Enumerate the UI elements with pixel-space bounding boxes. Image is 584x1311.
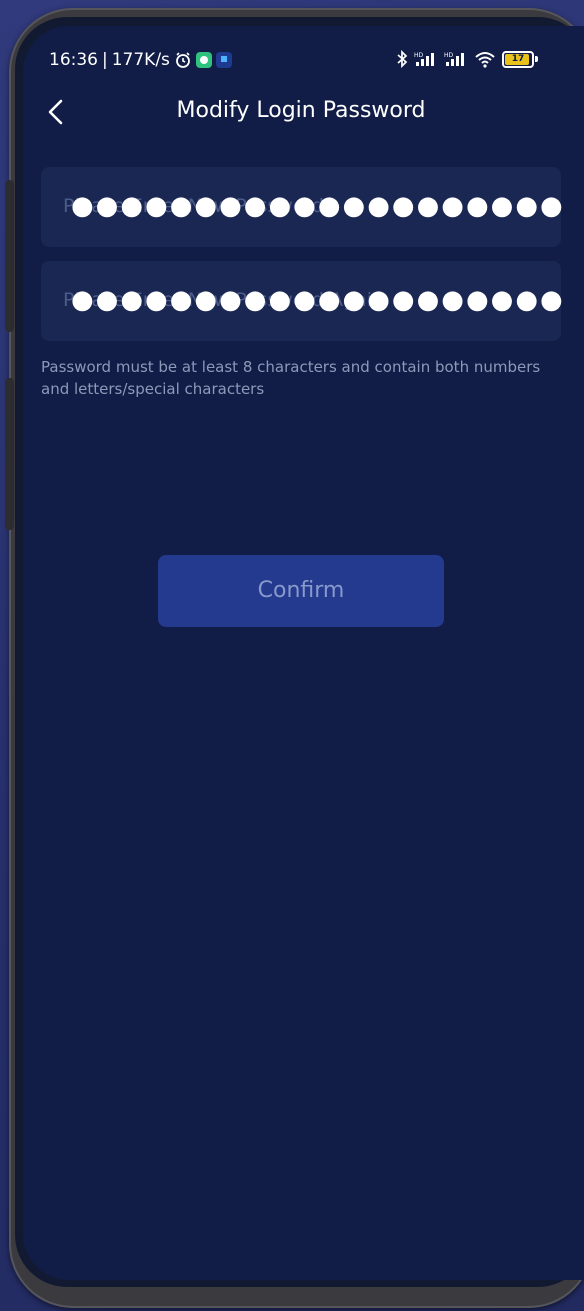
app-screen: 16:36 | 177K/s HD HD 17 Modify Login Pas… xyxy=(23,26,584,1280)
status-right: HD HD 17 xyxy=(396,50,538,68)
battery-cap xyxy=(535,56,538,62)
battery-body: 17 xyxy=(502,50,534,68)
battery-level: 17 xyxy=(511,53,525,64)
status-bar: 16:36 | 177K/s HD HD 17 xyxy=(23,48,584,76)
power-button xyxy=(5,378,14,530)
network-speed: 177K/s xyxy=(111,50,170,70)
volume-button xyxy=(5,180,14,332)
status-time: 16:36 xyxy=(49,50,98,70)
svg-text:HD: HD xyxy=(444,52,454,59)
svg-text:HD: HD xyxy=(414,52,424,59)
hd-signal-icon: HD xyxy=(444,52,464,66)
nav-bar: Modify Login Password xyxy=(23,94,584,134)
confirm-button[interactable]: Confirm xyxy=(158,555,444,627)
bluetooth-icon xyxy=(397,50,408,68)
alarm-icon xyxy=(176,52,190,68)
battery-icon: 17 xyxy=(502,50,538,68)
status-left: 16:36 | 177K/s xyxy=(49,50,232,70)
wifi-icon xyxy=(475,52,495,68)
page-title: Modify Login Password xyxy=(176,98,426,123)
flag-notification-icon xyxy=(215,52,232,68)
new-password-masked-value: ●●●●●●●●●●●●●●●●●●●● xyxy=(71,191,565,221)
hd-signal-icon: HD xyxy=(414,52,434,66)
password-requirements-hint: Password must be at least 8 characters a… xyxy=(41,358,541,398)
confirm-password-field[interactable]: Please Enter New Password Again ●●●●●●●●… xyxy=(41,261,563,341)
new-password-field[interactable]: Please Enter New Password ●●●●●●●●●●●●●●… xyxy=(41,167,563,247)
status-separator: | xyxy=(102,50,108,70)
confirm-password-masked-value: ●●●●●●●●●●●●●●●●●●●● xyxy=(71,285,565,315)
app-notification-icon xyxy=(195,52,212,68)
